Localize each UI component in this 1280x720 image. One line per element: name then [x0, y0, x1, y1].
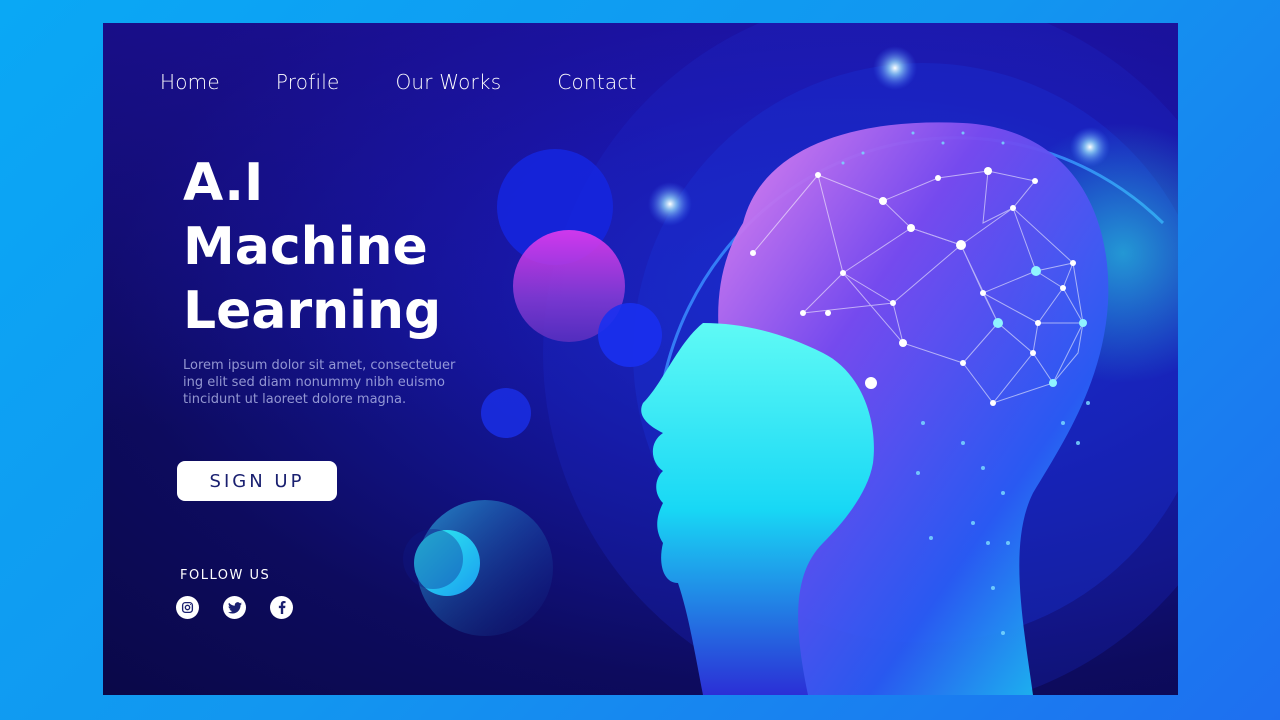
hero-title-line: A.I	[183, 153, 264, 213]
nav-our-works[interactable]: Our Works	[395, 70, 501, 94]
nav-contact[interactable]: Contact	[557, 70, 636, 94]
landing-page-panel: Home Profile Our Works Contact A.I Machi…	[103, 23, 1178, 695]
bubble-shadow	[403, 529, 463, 589]
sign-up-button[interactable]: SIGN UP	[177, 461, 337, 501]
bubble	[598, 303, 662, 367]
star-glow	[873, 46, 917, 90]
nav-profile[interactable]: Profile	[276, 70, 340, 94]
hero-title-line: Learning	[183, 281, 442, 341]
star-glow	[648, 182, 692, 226]
twitter-icon[interactable]	[223, 596, 246, 619]
hero-title: A.I Machine Learning	[183, 151, 441, 343]
top-navigation: Home Profile Our Works Contact	[160, 70, 693, 94]
follow-us-label: FOLLOW US	[180, 568, 271, 583]
hero-description: Lorem ipsum dolor sit amet, consectetuer…	[183, 358, 456, 407]
facebook-icon[interactable]	[270, 596, 293, 619]
hero-title-line: Machine	[183, 217, 428, 277]
instagram-icon[interactable]	[176, 596, 199, 619]
social-links	[176, 596, 293, 619]
star-glow	[1070, 127, 1110, 167]
nav-home[interactable]: Home	[160, 70, 220, 94]
bubble	[481, 388, 531, 438]
